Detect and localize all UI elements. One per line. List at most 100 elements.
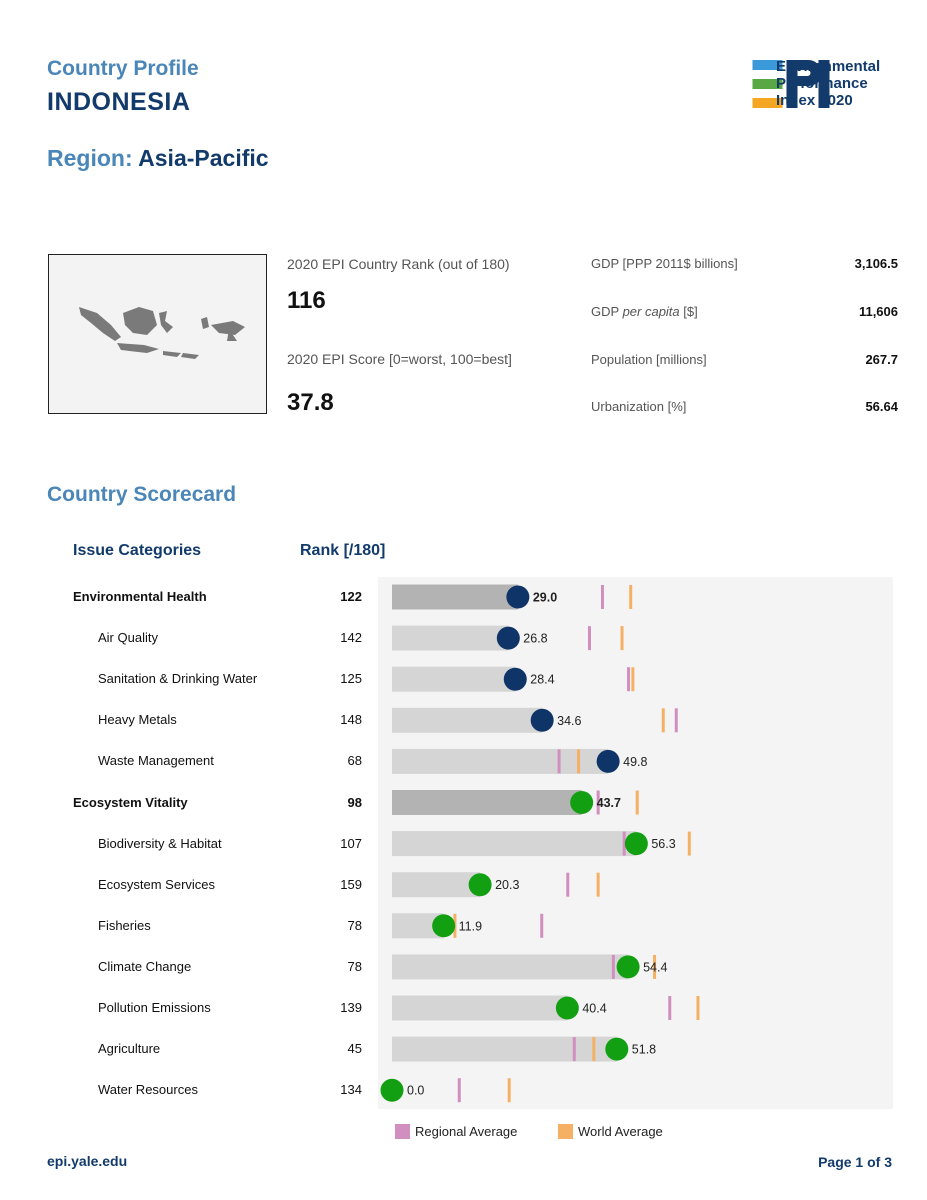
category-label-heavy-metals: Heavy Metals: [98, 712, 177, 728]
score-value-label-sanitation-drinking-water: 28.4: [530, 673, 554, 687]
world-average-marker-agriculture: [592, 1037, 596, 1062]
score-dot-environmental-health: [506, 585, 530, 609]
legend-regional-swatch: [395, 1124, 410, 1139]
regional-average-marker-waste-management: [557, 749, 561, 774]
regional-average-marker-climate-change: [611, 954, 615, 979]
category-rank-water-resources: 134: [340, 1082, 362, 1098]
score-value-label-biodiversity-habitat: 56.3: [651, 837, 675, 851]
regional-average-marker-pollution-emissions: [668, 996, 672, 1020]
urbanization-label: Urbanization [%]: [591, 399, 687, 414]
category-rank-pollution-emissions: 139: [340, 1000, 362, 1015]
score-bar-ecosystem-vitality: [392, 790, 582, 815]
score-bar-climate-change: [392, 954, 629, 980]
regional-average-marker-ecosystem-services: [566, 872, 570, 897]
world-average-marker-ecosystem-services: [596, 872, 600, 897]
score-value-label-fisheries: 11.9: [459, 919, 482, 933]
score-value-label-waste-management: 49.8: [623, 755, 647, 769]
score-dot-biodiversity-habitat: [624, 832, 648, 856]
legend-world-swatch: [558, 1124, 573, 1139]
category-label-pollution-emissions: Pollution Emissions: [98, 1000, 211, 1015]
world-average-marker-pollution-emissions: [696, 996, 700, 1020]
score-dot-climate-change: [616, 955, 640, 979]
category-rank-waste-management: 68: [347, 753, 362, 769]
scorecard-title: Country Scorecard: [47, 483, 237, 506]
category-label-waste-management: Waste Management: [98, 753, 214, 769]
world-average-marker-water-resources: [507, 1078, 511, 1103]
score-label: 2020 EPI Score [0=worst, 100=best]: [287, 351, 512, 367]
score-dot-air-quality: [496, 626, 520, 650]
category-label-ecosystem-vitality: Ecosystem Vitality: [73, 794, 188, 810]
category-rank-fisheries: 78: [347, 917, 362, 933]
region-value: Asia-Pacific: [138, 145, 269, 171]
category-rank-heavy-metals: 148: [340, 712, 362, 728]
column-header-categories: Issue Categories: [73, 542, 202, 559]
score-dot-pollution-emissions: [555, 996, 579, 1020]
category-label-environmental-health: Environmental Health: [73, 589, 207, 604]
profile-label: Country Profile: [47, 57, 199, 80]
score-value-label-environmental-health: 29.0: [533, 591, 557, 605]
category-rank-sanitation-drinking-water: 125: [340, 671, 362, 687]
logo-line-3: Index 2020: [776, 92, 853, 109]
category-rank-ecosystem-vitality: 98: [347, 794, 362, 810]
category-label-fisheries: Fisheries: [98, 917, 151, 933]
category-rank-climate-change: 78: [347, 958, 362, 974]
regional-average-marker-air-quality: [587, 626, 591, 651]
score-bar-biodiversity-habitat: [392, 831, 637, 857]
score-bar-heavy-metals: [392, 707, 543, 733]
gdp-per-capita-label-em: per capita: [622, 304, 680, 319]
logo-text: Environmental Performance Index 2020: [776, 58, 880, 109]
gdp-value: 3,106.5: [854, 256, 898, 271]
score-dot-water-resources: [380, 1078, 404, 1102]
category-label-sanitation-drinking-water: Sanitation & Drinking Water: [98, 671, 258, 687]
score-value-label-agriculture: 51.8: [632, 1043, 656, 1057]
regional-average-marker-water-resources: [457, 1078, 461, 1103]
urbanization-value: 56.64: [865, 399, 898, 414]
score-bar-sanitation-drinking-water: [392, 666, 516, 692]
footer-url[interactable]: epi.yale.edu: [47, 1153, 127, 1169]
score-bar-pollution-emissions: [392, 995, 568, 1021]
category-rank-ecosystem-services: 159: [340, 876, 362, 892]
score-bar-ecosystem-services: [392, 872, 481, 898]
legend-world-label: World Average: [578, 1124, 663, 1139]
scorecard-chart: 29.0 26.8 28.4 34.6 49.8 43.7 56.3 20.3 11.9 54.4…: [380, 584, 700, 1103]
score-value-label-heavy-metals: 34.6: [557, 714, 581, 728]
score-value-label-ecosystem-services: 20.3: [495, 878, 519, 892]
gdp-per-capita-label: GDP per capita [$]: [591, 304, 698, 319]
rank-label: 2020 EPI Country Rank (out of 180): [287, 256, 510, 272]
region-label: Region:: [47, 145, 133, 171]
score-dot-heavy-metals: [530, 708, 554, 732]
regional-average-marker-heavy-metals: [674, 708, 678, 733]
population-value: 267.7: [865, 352, 898, 367]
gdp-per-capita-value: 11,606: [858, 304, 898, 319]
category-label-air-quality: Air Quality: [98, 630, 158, 646]
score-bar-waste-management: [392, 748, 609, 774]
category-rank-biodiversity-habitat: 107: [340, 835, 362, 851]
region-line: Region: Asia-Pacific: [47, 145, 269, 172]
world-average-marker-waste-management: [577, 749, 581, 774]
world-average-marker-air-quality: [620, 626, 624, 651]
population-label: Population [millions]: [591, 352, 707, 367]
column-header-rank: Rank [/180]: [300, 542, 386, 559]
score-value-label-pollution-emissions: 40.4: [582, 1002, 606, 1016]
score-bar-environmental-health: [392, 584, 518, 610]
score-dot-ecosystem-vitality: [570, 791, 594, 814]
world-average-marker-heavy-metals: [661, 708, 665, 733]
gdp-per-capita-label-post: [$]: [679, 304, 698, 319]
score-bar-air-quality: [392, 625, 509, 651]
score-value-label-water-resources: 0.0: [407, 1084, 424, 1098]
regional-average-marker-sanitation-drinking-water: [627, 667, 631, 692]
footer-page-number: Page 1 of 3: [818, 1154, 892, 1170]
logo-line-1: Environmental: [776, 58, 881, 75]
score-dot-agriculture: [605, 1037, 629, 1061]
score-dot-fisheries: [432, 914, 456, 938]
world-average-marker-ecosystem-vitality: [635, 790, 639, 815]
regional-average-marker-environmental-health: [600, 585, 604, 609]
score-value: 37.8: [287, 389, 334, 416]
country-map: [48, 254, 267, 414]
world-average-marker-environmental-health: [629, 585, 633, 609]
rank-value: 116: [287, 287, 326, 314]
score-value-label-air-quality: 26.8: [523, 632, 547, 646]
category-label-ecosystem-services: Ecosystem Services: [98, 876, 216, 892]
regional-average-marker-fisheries: [540, 913, 544, 938]
score-dot-sanitation-drinking-water: [503, 667, 527, 691]
